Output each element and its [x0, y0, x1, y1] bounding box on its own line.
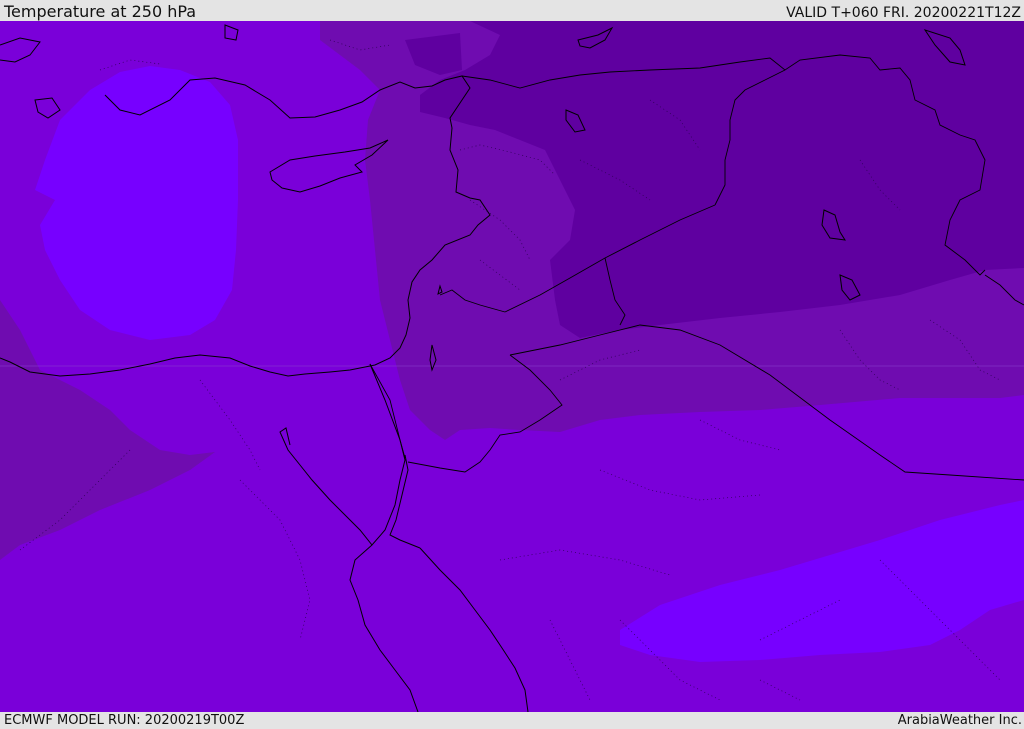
footer-bar: ECMWF MODEL RUN: 20200219T00Z ArabiaWeat… [0, 712, 1024, 729]
map-title: Temperature at 250 hPa [4, 2, 197, 21]
header-bar: Temperature at 250 hPa VALID T+060 FRI. … [0, 0, 1024, 21]
valid-time: VALID T+060 FRI. 20200221T12Z [786, 5, 1021, 21]
temperature-map [0, 21, 1024, 712]
model-run-label: ECMWF MODEL RUN: 20200219T00Z [4, 713, 245, 728]
map-figure: Temperature at 250 hPa VALID T+060 FRI. … [0, 0, 1024, 729]
credit-label: ArabiaWeather Inc. [897, 713, 1022, 728]
